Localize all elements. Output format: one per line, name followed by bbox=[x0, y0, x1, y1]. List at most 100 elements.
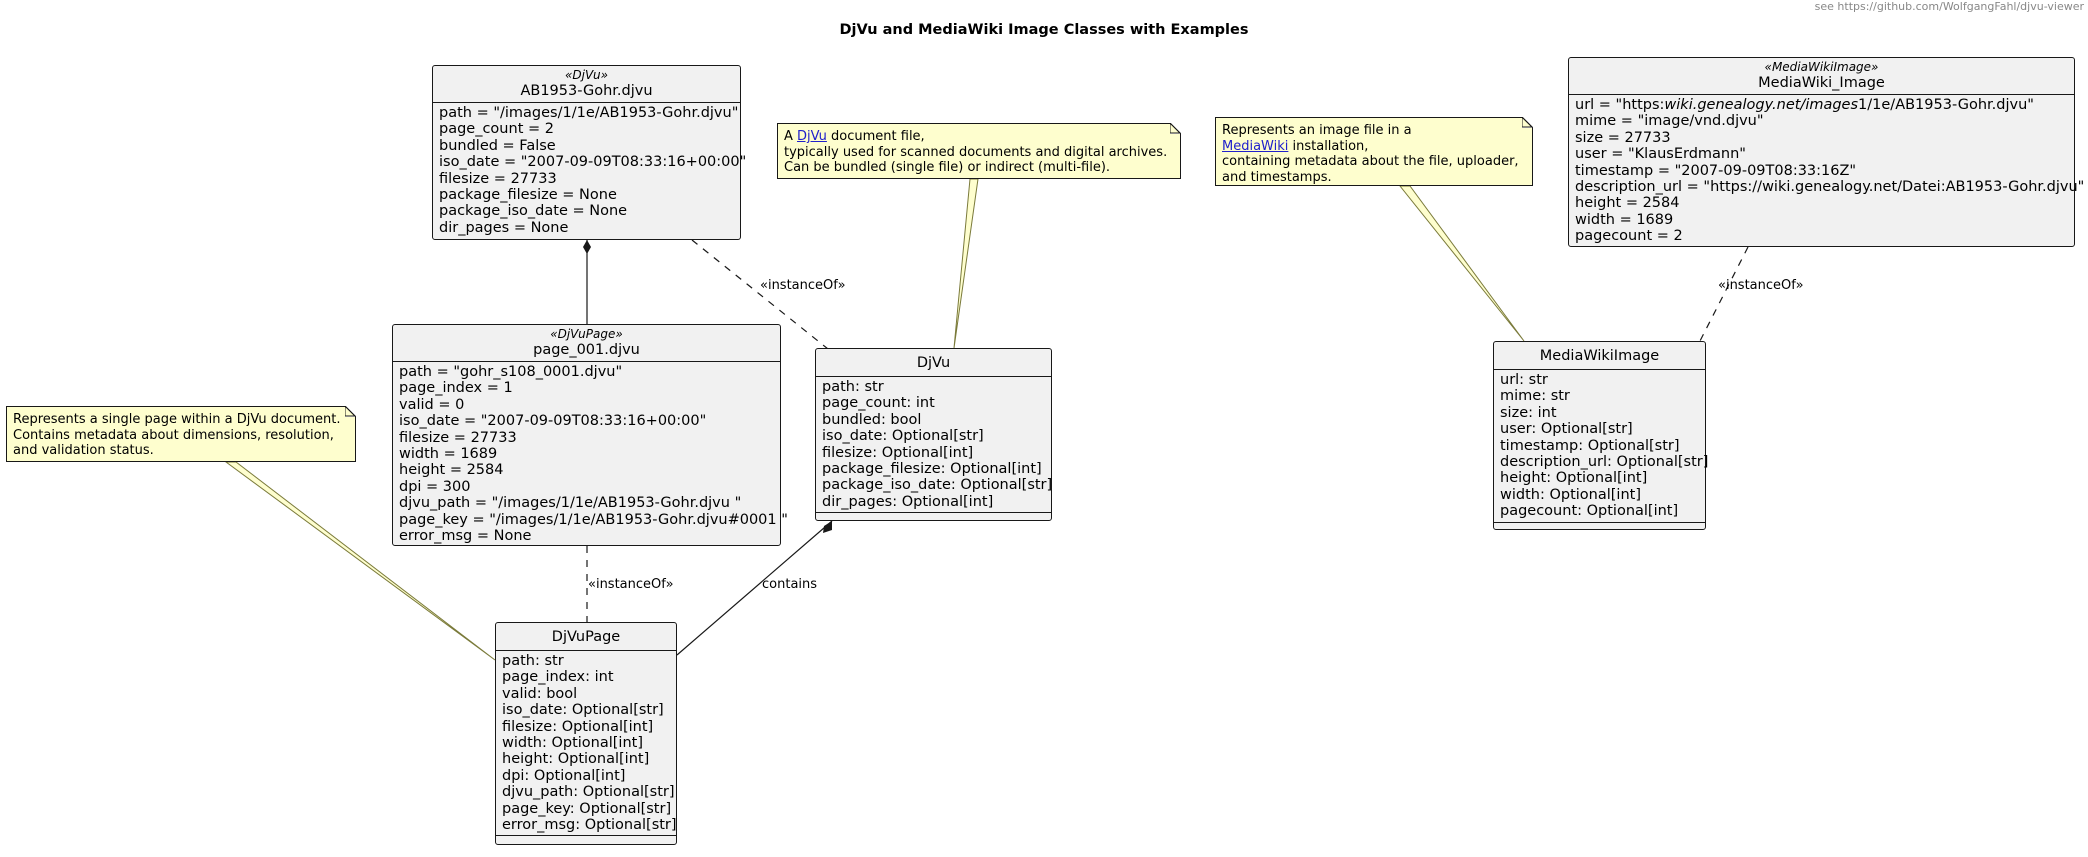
class-mediawikiimage: MediaWikiImage url: str mime: str size: … bbox=[1493, 341, 1709, 530]
field-row: mime = "image/vnd.djvu" bbox=[1575, 113, 1764, 130]
url-prefix: url = "https: bbox=[1575, 97, 1665, 113]
object-mediawiki-image: «MediaWikiImage» MediaWiki_Image url = "… bbox=[1568, 57, 2085, 247]
field-row: height: Optional[int] bbox=[1500, 470, 1648, 487]
field-row: page_key: Optional[str] bbox=[502, 800, 672, 817]
field-row: description_url: Optional[str] bbox=[1500, 454, 1709, 471]
field-row: djvu_path: Optional[str] bbox=[502, 784, 675, 801]
field-row: filesize = 27733 bbox=[439, 170, 557, 187]
field-row: page_count: int bbox=[822, 395, 935, 412]
field-row: height = 2584 bbox=[399, 462, 504, 479]
contains-label-djvu-djvupage: contains bbox=[762, 577, 818, 592]
field-row: path = "/images/1/1e/AB1953-Gohr.djvu" bbox=[439, 105, 739, 121]
field-row: size = 27733 bbox=[1575, 129, 1671, 146]
class-header: DjVuPage bbox=[496, 623, 676, 651]
object-name: page_001.djvu bbox=[533, 342, 640, 358]
field-row: bundled: bool bbox=[822, 411, 922, 428]
note-line: and timestamps. bbox=[1222, 169, 1332, 185]
note-line: and validation status. bbox=[13, 443, 154, 458]
field-row: user = "KlausErdmann" bbox=[1575, 146, 1746, 163]
class-header: MediaWikiImage bbox=[1494, 342, 1705, 370]
field-row: error_msg: Optional[str] bbox=[502, 817, 677, 834]
field-row: page_key = "/images/1/1e/AB1953-Gohr.djv… bbox=[399, 511, 788, 528]
field-row: page_count = 2 bbox=[439, 121, 554, 138]
note-line: Can be bundled (single file) or indirect… bbox=[784, 160, 1111, 175]
class-fields: path: str page_count: int bundled: bool … bbox=[816, 377, 1053, 512]
instanceof-label-page001-djvupage: «instanceOf» bbox=[588, 577, 674, 592]
url-tail: 1/1e/AB1953-Gohr.djvu" bbox=[1858, 97, 2034, 113]
note-line: A DjVu document file, bbox=[784, 129, 1170, 145]
instanceof-label-ab1953-djvu: «instanceOf» bbox=[760, 278, 846, 293]
object-page-001: «DjVuPage» page_001.djvu path = "gohr_s1… bbox=[392, 324, 788, 546]
note-text: document file, bbox=[826, 129, 925, 144]
note-fold-corner bbox=[1522, 117, 1533, 128]
field-row: size: int bbox=[1500, 404, 1557, 421]
class-djvu: DjVu path: str page_count: int bundled: … bbox=[815, 348, 1052, 521]
field-row: iso_date = "2007-09-09T08:33:16+00:00" bbox=[439, 154, 747, 171]
field-row: height: Optional[int] bbox=[502, 751, 650, 768]
field-row: djvu_path = "/images/1/1e/AB1953-Gohr.dj… bbox=[399, 495, 742, 512]
methods-compartment bbox=[816, 512, 1051, 521]
object-header: «MediaWikiImage» MediaWiki_Image bbox=[1569, 58, 2074, 95]
field-row: valid: bool bbox=[502, 685, 578, 702]
class-name: DjVu bbox=[916, 355, 951, 371]
class-fields: path: str page_index: int valid: bool is… bbox=[496, 651, 677, 835]
class-fields: url: str mime: str size: int user: Optio… bbox=[1494, 370, 1709, 522]
note-line: Represents an image file in a bbox=[1222, 123, 1412, 138]
field-row: description_url = "https://wiki.genealog… bbox=[1575, 179, 2085, 196]
class-header: DjVu bbox=[816, 349, 1051, 377]
field-row: page_index: int bbox=[502, 669, 614, 686]
object-name: MediaWiki_Image bbox=[1758, 75, 1885, 91]
field-row: iso_date: Optional[str] bbox=[502, 702, 664, 719]
field-row: timestamp = "2007-09-09T08:33:16Z" bbox=[1575, 162, 1857, 179]
object-fields: path = "gohr_s108_0001.djvu" page_index … bbox=[393, 362, 788, 546]
field-row: package_iso_date = None bbox=[439, 203, 628, 220]
field-row: dpi: Optional[int] bbox=[502, 767, 626, 784]
instanceof-line-mwimage-mediawikiimage bbox=[1699, 246, 1749, 342]
note-line: MediaWiki installation, bbox=[1222, 139, 1522, 155]
field-row: package_filesize: Optional[int] bbox=[822, 461, 1042, 478]
field-row: error_msg = None bbox=[399, 528, 532, 545]
field-row: width = 1689 bbox=[399, 446, 498, 463]
field-row: pagecount = 2 bbox=[1575, 228, 1683, 245]
note-connector-djvu bbox=[953, 178, 979, 349]
url-italic-part: wiki.genealogy.net/images bbox=[1664, 97, 1859, 113]
object-ab1953-gohr: «DjVu» AB1953-Gohr.djvu path = "/images/… bbox=[432, 65, 747, 240]
field-row: height = 2584 bbox=[1575, 195, 1680, 212]
note-connector-mediawiki bbox=[1398, 185, 1525, 342]
field-row: timestamp: Optional[str] bbox=[1500, 437, 1680, 454]
object-name: AB1953-Gohr.djvu bbox=[520, 83, 653, 99]
stereotype-label: «MediaWikiImage» bbox=[1764, 60, 1879, 74]
field-row: iso_date: Optional[str] bbox=[822, 428, 984, 445]
note-text: A bbox=[784, 129, 798, 144]
field-row: width = 1689 bbox=[1575, 211, 1674, 228]
stereotype-label: «DjVu» bbox=[565, 68, 608, 82]
djvu-link[interactable]: DjVu bbox=[797, 129, 827, 144]
note-line: Represents a single page within a DjVu d… bbox=[13, 412, 341, 427]
contains-diamond-djvu bbox=[823, 521, 832, 533]
note-djvu: A DjVu document file, typically used for… bbox=[777, 123, 1181, 179]
note-fold-corner bbox=[345, 406, 356, 417]
class-name: MediaWikiImage bbox=[1539, 348, 1660, 364]
field-row: dir_pages: Optional[int] bbox=[822, 493, 994, 510]
field-row: width: Optional[int] bbox=[502, 735, 643, 752]
object-header: «DjVu» AB1953-Gohr.djvu bbox=[433, 66, 740, 103]
field-row: path: str bbox=[502, 653, 564, 669]
composition-diamond-ab1953 bbox=[583, 240, 591, 254]
object-header: «DjVuPage» page_001.djvu bbox=[393, 325, 780, 362]
field-row: mime: str bbox=[1500, 388, 1570, 405]
field-row: iso_date = "2007-09-09T08:33:16+00:00" bbox=[399, 413, 707, 430]
field-row: package_iso_date: Optional[str] bbox=[822, 477, 1053, 494]
field-row: filesize: Optional[int] bbox=[822, 444, 974, 461]
field-row: filesize: Optional[int] bbox=[502, 718, 654, 735]
class-djvupage: DjVuPage path: str page_index: int valid… bbox=[495, 622, 677, 845]
methods-compartment bbox=[496, 835, 676, 844]
field-row: path = "gohr_s108_0001.djvu" bbox=[399, 364, 623, 380]
object-fields: path = "/images/1/1e/AB1953-Gohr.djvu" p… bbox=[433, 103, 747, 238]
field-row-url: url = "https:wiki.genealogy.net/images1/… bbox=[1575, 97, 2068, 113]
stereotype-label: «DjVuPage» bbox=[550, 327, 623, 341]
note-line: containing metadata about the file, uplo… bbox=[1222, 154, 1519, 169]
note-fold-corner bbox=[1170, 123, 1181, 134]
field-row: filesize = 27733 bbox=[399, 429, 517, 446]
mediawiki-link[interactable]: MediaWiki bbox=[1222, 139, 1288, 154]
note-mediawiki: Represents an image file in a MediaWiki … bbox=[1215, 117, 1533, 186]
